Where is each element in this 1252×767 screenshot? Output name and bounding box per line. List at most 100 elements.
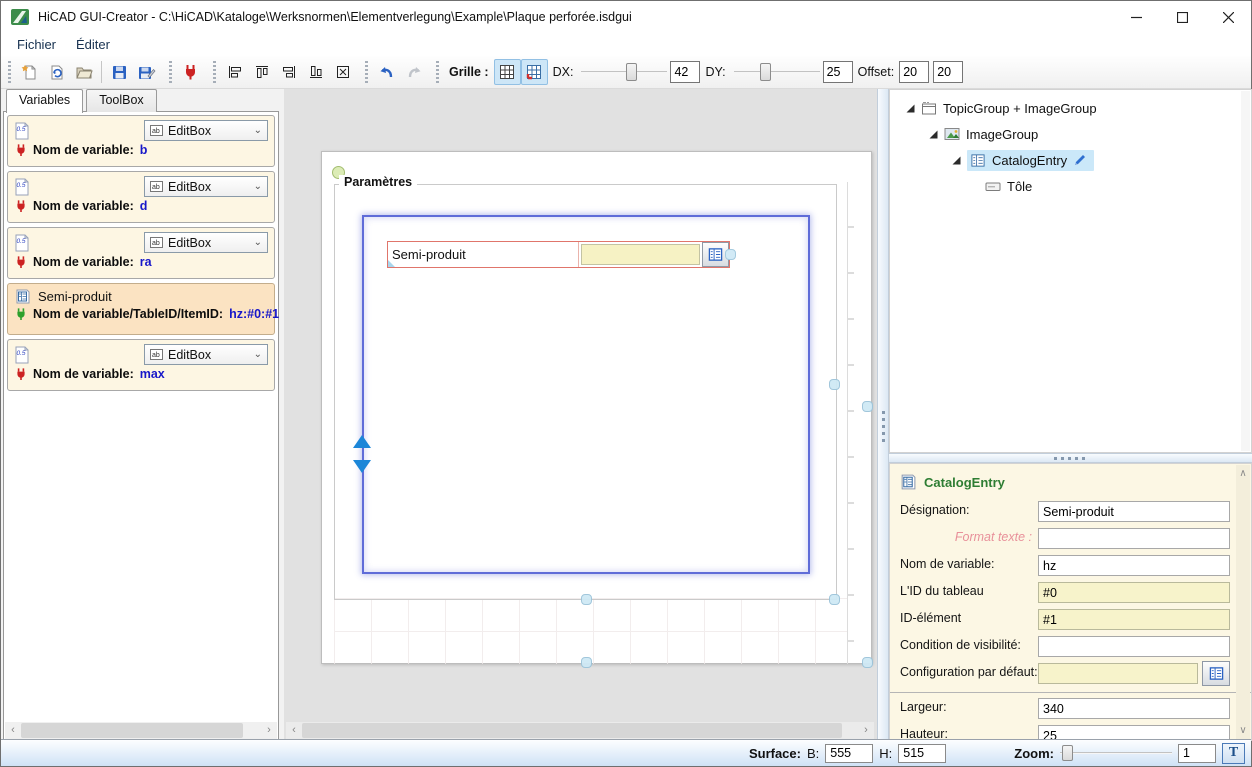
- align-right-icon[interactable]: [275, 59, 302, 85]
- variable-card-d[interactable]: 0.5 ab EditBox ⌄ Nom de variable: d: [7, 171, 275, 223]
- tab-toolbox[interactable]: ToolBox: [86, 89, 156, 112]
- format-texte-input[interactable]: [1038, 528, 1230, 549]
- menu-editer[interactable]: Éditer: [66, 35, 120, 54]
- tree-item-topicgroup[interactable]: TopicGroup + ImageGroup: [890, 95, 1251, 121]
- variable-card-ra[interactable]: 0.5 ab EditBox ⌄ Nom de variable: ra: [7, 227, 275, 279]
- zoom-slider[interactable]: [1060, 744, 1172, 762]
- ab-icon: ab: [150, 349, 163, 360]
- dx-slider-thumb[interactable]: [626, 63, 637, 81]
- scroll-left-icon[interactable]: ‹: [5, 723, 21, 738]
- imagegroup-selection[interactable]: [362, 215, 810, 574]
- properties-vscrollbar[interactable]: ∧ ∨: [1236, 465, 1250, 739]
- dy-slider[interactable]: [734, 62, 820, 82]
- zoom-value-input[interactable]: [1178, 744, 1216, 763]
- canvas-hscrollbar[interactable]: ‹ ›: [286, 722, 874, 739]
- control-type-select[interactable]: ab EditBox ⌄: [144, 120, 268, 141]
- selection-handle[interactable]: [862, 657, 873, 668]
- tree-item-catalogentry[interactable]: CatalogEntry: [890, 147, 1251, 173]
- surface-width-input[interactable]: [825, 744, 873, 763]
- new-file-button[interactable]: [16, 59, 43, 85]
- largeur-input[interactable]: [1038, 698, 1230, 719]
- scrollbar-thumb[interactable]: [21, 723, 243, 738]
- selection-handle[interactable]: [862, 401, 873, 412]
- maximize-button[interactable]: [1159, 1, 1205, 33]
- edit-pencil-icon[interactable]: [1073, 153, 1087, 167]
- expander-icon[interactable]: [929, 130, 938, 139]
- toolbar-grip[interactable]: [365, 61, 368, 83]
- toolbar-grip[interactable]: [8, 61, 11, 83]
- resize-corner-icon[interactable]: [388, 260, 395, 267]
- grid-toggle-button[interactable]: [494, 59, 521, 85]
- tab-variables[interactable]: Variables: [6, 89, 83, 113]
- fit-size-icon[interactable]: [329, 59, 356, 85]
- variable-card-b[interactable]: 0.5 ab EditBox ⌄ Nom de variable: b: [7, 115, 275, 167]
- condition-visibilite-input[interactable]: [1038, 636, 1230, 657]
- dx-slider[interactable]: [581, 62, 667, 82]
- control-type-select[interactable]: ab EditBox ⌄: [144, 176, 268, 197]
- reload-gui-button[interactable]: [43, 59, 70, 85]
- toolbar-grip[interactable]: [436, 61, 439, 83]
- scroll-right-icon[interactable]: ›: [858, 723, 874, 738]
- offset-x-input[interactable]: [899, 61, 929, 83]
- control-type-select[interactable]: ab EditBox ⌄: [144, 344, 268, 365]
- toolbar-grip[interactable]: [213, 61, 216, 83]
- catalog-card-label: Nom de variable/TableID/ItemID:: [33, 307, 223, 321]
- scroll-up-icon[interactable]: ∧: [1239, 468, 1246, 479]
- float-variable-icon: 0.5: [14, 178, 30, 196]
- redo-icon[interactable]: [400, 59, 427, 85]
- align-bottom-icon[interactable]: [302, 59, 329, 85]
- tree-item-imagegroup[interactable]: ImageGroup: [890, 121, 1251, 147]
- selection-handle[interactable]: [829, 594, 840, 605]
- selection-handle[interactable]: [829, 379, 840, 390]
- dx-value-input[interactable]: [670, 61, 700, 83]
- catalog-entry-field[interactable]: [581, 244, 700, 265]
- tree-vscrollbar[interactable]: [1241, 91, 1250, 451]
- selection-handle[interactable]: [725, 249, 736, 260]
- scroll-down-icon[interactable]: ∨: [1239, 725, 1246, 736]
- align-left-icon[interactable]: [221, 59, 248, 85]
- vertical-splitter[interactable]: [877, 89, 889, 741]
- table-id-input[interactable]: [1038, 582, 1230, 603]
- zoom-slider-thumb[interactable]: [1062, 745, 1073, 761]
- expander-icon[interactable]: [906, 104, 915, 113]
- design-surface[interactable]: Paramètres Semi-produit: [321, 151, 872, 664]
- toolbar-grip[interactable]: [169, 61, 172, 83]
- scrollbar-thumb[interactable]: [302, 723, 842, 738]
- save-button[interactable]: [106, 59, 133, 85]
- catalog-card-semi-produit[interactable]: Semi-produit Nom de variable/TableID/Ite…: [7, 283, 275, 335]
- catalog-entry-widget[interactable]: Semi-produit: [387, 241, 730, 268]
- test-plug-button[interactable]: [177, 59, 204, 85]
- item-id-input[interactable]: [1038, 609, 1230, 630]
- scroll-right-icon[interactable]: ›: [261, 723, 277, 738]
- close-button[interactable]: [1205, 1, 1251, 33]
- surface-height-input[interactable]: [898, 744, 946, 763]
- configuration-defaut-input[interactable]: [1038, 663, 1198, 684]
- save-as-button[interactable]: [133, 59, 160, 85]
- scroll-left-icon[interactable]: ‹: [286, 723, 302, 738]
- open-file-button[interactable]: [70, 59, 97, 85]
- vertical-resize-arrows[interactable]: [353, 435, 371, 475]
- align-top-icon[interactable]: [248, 59, 275, 85]
- variable-label: Nom de variable:: [33, 199, 134, 213]
- variable-card-max[interactable]: 0.5 ab EditBox ⌄ Nom de variable: max: [7, 339, 275, 391]
- left-panel-hscrollbar[interactable]: ‹ ›: [5, 722, 277, 739]
- tree-item-tole[interactable]: Tôle: [890, 173, 1251, 199]
- designation-input[interactable]: [1038, 501, 1230, 522]
- dy-value-input[interactable]: [823, 61, 853, 83]
- expander-icon[interactable]: [952, 156, 961, 165]
- dy-slider-thumb[interactable]: [760, 63, 771, 81]
- catalog-picker-button[interactable]: [1202, 661, 1230, 686]
- selection-handle[interactable]: [581, 657, 592, 668]
- menu-fichier[interactable]: Fichier: [7, 35, 66, 54]
- nom-de-variable-input[interactable]: [1038, 555, 1230, 576]
- tree-selected-row[interactable]: CatalogEntry: [967, 150, 1094, 171]
- horizontal-splitter[interactable]: [889, 453, 1252, 463]
- text-mode-button[interactable]: T: [1222, 743, 1245, 764]
- minimize-button[interactable]: [1113, 1, 1159, 33]
- design-canvas[interactable]: Paramètres Semi-produit: [284, 89, 877, 741]
- selection-handle[interactable]: [581, 594, 592, 605]
- offset-y-input[interactable]: [933, 61, 963, 83]
- grid-snap-toggle-button[interactable]: [521, 59, 548, 85]
- control-type-select[interactable]: ab EditBox ⌄: [144, 232, 268, 253]
- undo-icon[interactable]: [373, 59, 400, 85]
